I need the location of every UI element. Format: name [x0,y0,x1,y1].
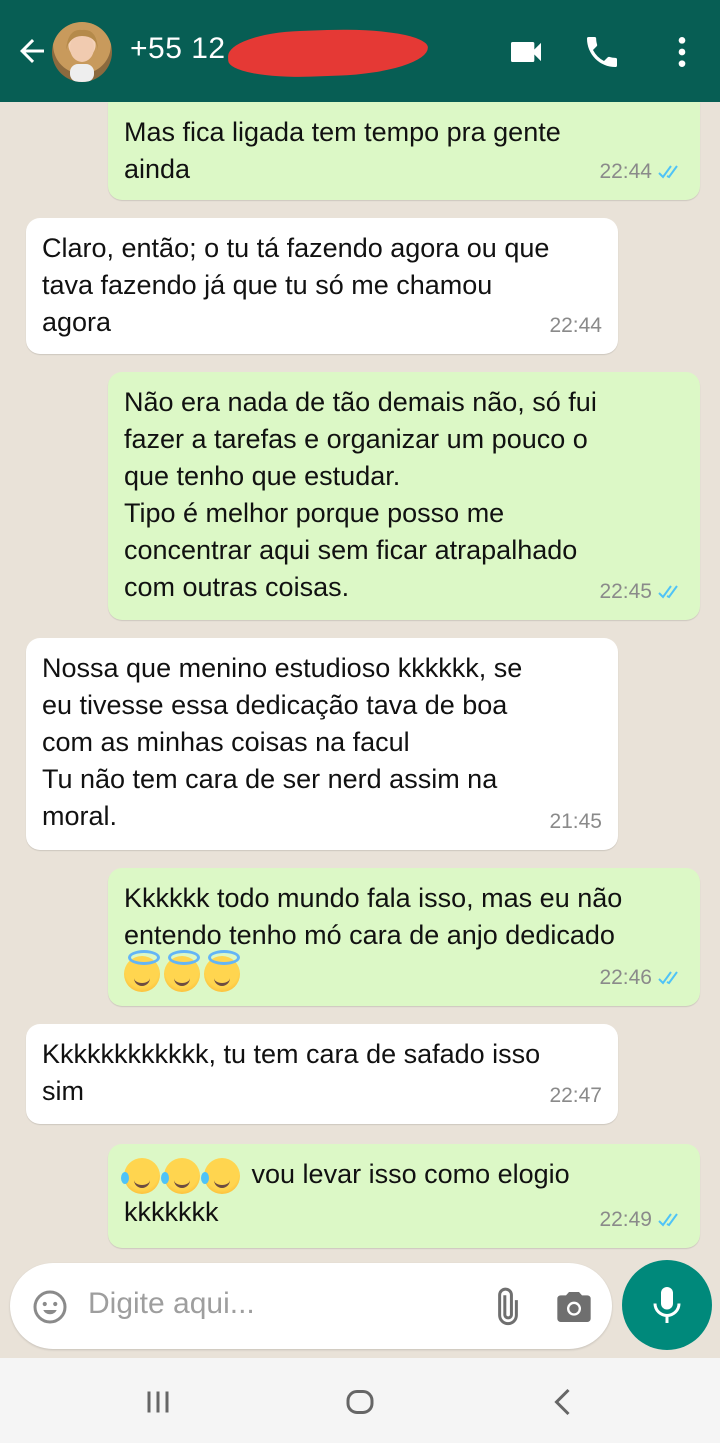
message-time: 22:49 [599,1208,652,1231]
message-time: 22:44 [549,314,602,337]
attach-icon[interactable] [486,1287,526,1327]
message-time: 22:45 [599,580,652,603]
message-time: 22:47 [549,1084,602,1107]
mic-button[interactable] [622,1260,712,1350]
message-meta: 22:45 [599,573,684,610]
tears-of-joy-emoji [121,1157,160,1194]
redaction-mark [227,26,429,80]
message-meta: 22:47 [549,1077,602,1114]
message-text: Kkkkkk todo mundo fala isso, mas eu não … [124,883,623,950]
contact-avatar[interactable] [52,22,112,82]
message-time: 22:46 [599,966,652,989]
read-ticks-icon [658,970,678,985]
emoji-icon[interactable] [32,1289,68,1325]
back-nav-icon[interactable] [546,1384,582,1420]
message-list[interactable]: Mas fica ligada tem tempo pra gente aind… [0,102,720,1257]
mic-icon [653,1287,681,1323]
read-ticks-icon [658,164,678,179]
read-ticks-icon [658,1212,678,1227]
message-outgoing[interactable]: Não era nada de tão demais não, só fui f… [108,372,700,620]
message-meta: 22:44 [549,307,602,344]
home-icon[interactable] [342,1384,378,1420]
phone-icon[interactable] [582,32,622,72]
angel-face-emoji [164,949,200,992]
message-outgoing[interactable]: Kkkkkk todo mundo fala isso, mas eu não … [108,868,700,1006]
message-meta: 22:46 [599,959,684,996]
tears-of-joy-emoji [161,1157,200,1194]
message-meta: 22:49 [599,1201,684,1238]
more-vert-icon[interactable] [662,32,702,72]
contact-name[interactable]: +55 12 [130,32,226,66]
message-text: Kkkkkkkkkkkk, tu tem cara de safado isso… [42,1039,541,1106]
video-call-icon[interactable] [506,32,546,72]
message-time: 21:45 [549,810,602,833]
message-text: Claro, então; o tu tá fazendo agora ou q… [42,233,550,337]
message-composer[interactable]: Digite aqui... [10,1263,612,1349]
recent-apps-icon[interactable] [140,1384,176,1420]
message-outgoing[interactable]: vou levar isso como elogio kkkkkkk 22:49 [108,1144,700,1248]
tears-of-joy-emoji [201,1157,240,1194]
angel-face-emoji [124,949,160,992]
chat-header: +55 12 [0,0,720,102]
message-meta: 21:45 [549,803,602,840]
message-incoming[interactable]: Claro, então; o tu tá fazendo agora ou q… [26,218,618,354]
message-text-line: vou levar isso como elogio [251,1159,570,1189]
message-meta: 22:44 [599,153,684,190]
message-time: 22:44 [599,160,652,183]
system-nav-bar [0,1358,720,1443]
read-ticks-icon [658,584,678,599]
message-outgoing[interactable]: Mas fica ligada tem tempo pra gente aind… [108,102,700,200]
message-text: vou levar isso como elogio [121,1156,684,1194]
angel-face-emoji [204,949,240,992]
back-arrow-icon[interactable] [14,33,50,69]
message-incoming[interactable]: Kkkkkkkkkkkk, tu tem cara de safado isso… [26,1024,618,1124]
message-input[interactable]: Digite aqui... [88,1287,255,1321]
message-text: Nossa que menino estudioso kkkkkk, se eu… [42,653,523,831]
message-incoming[interactable]: Nossa que menino estudioso kkkkkk, se eu… [26,638,618,850]
camera-icon[interactable] [554,1287,594,1327]
